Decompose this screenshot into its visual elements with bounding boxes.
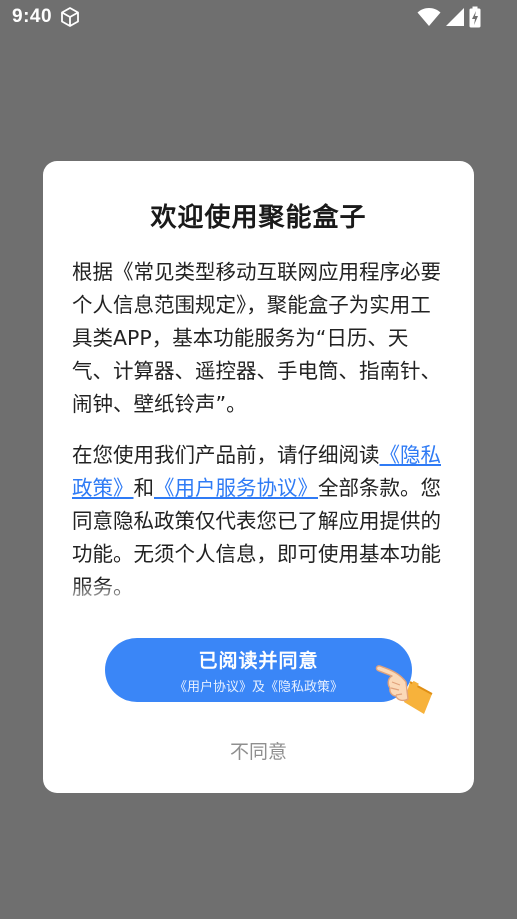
user-agreement-link[interactable]: 《用户服务协议》 [154, 476, 318, 500]
agree-button-label: 已阅读并同意 [198, 650, 319, 672]
wifi-icon [417, 8, 441, 26]
dialog-body: 根据《常见类型移动互联网应用程序必要个人信息范围规定》，聚能盒子为实用工具类AP… [72, 256, 447, 601]
privacy-dialog: 欢迎使用聚能盒子 根据《常见类型移动互联网应用程序必要个人信息范围规定》，聚能盒… [43, 161, 474, 793]
disagree-button[interactable]: 不同意 [43, 737, 474, 764]
and-text: 和 [133, 476, 155, 500]
cube-icon [61, 7, 79, 27]
status-bar: 9:40 [0, 0, 517, 36]
scroll-fade [43, 581, 474, 609]
agree-button-sublabel: 《用户协议》及《隐私政策》 [173, 680, 343, 695]
intro-paragraph: 根据《常见类型移动互联网应用程序必要个人信息范围规定》，聚能盒子为实用工具类AP… [72, 260, 441, 416]
pointing-hand-icon [375, 665, 433, 714]
agree-button[interactable]: 已阅读并同意 《用户协议》及《隐私政策》 [105, 638, 412, 702]
battery-charging-icon [469, 6, 481, 28]
signal-icon [446, 8, 464, 26]
consent-paragraph: 在您使用我们产品前，请仔细阅读《隐私政策》和《用户服务协议》全部条款。您同意隐私… [72, 439, 447, 601]
dialog-title: 欢迎使用聚能盒子 [150, 203, 367, 233]
consent-prefix: 在您使用我们产品前，请仔细阅读 [72, 443, 380, 467]
status-time: 9:40 [12, 6, 53, 27]
